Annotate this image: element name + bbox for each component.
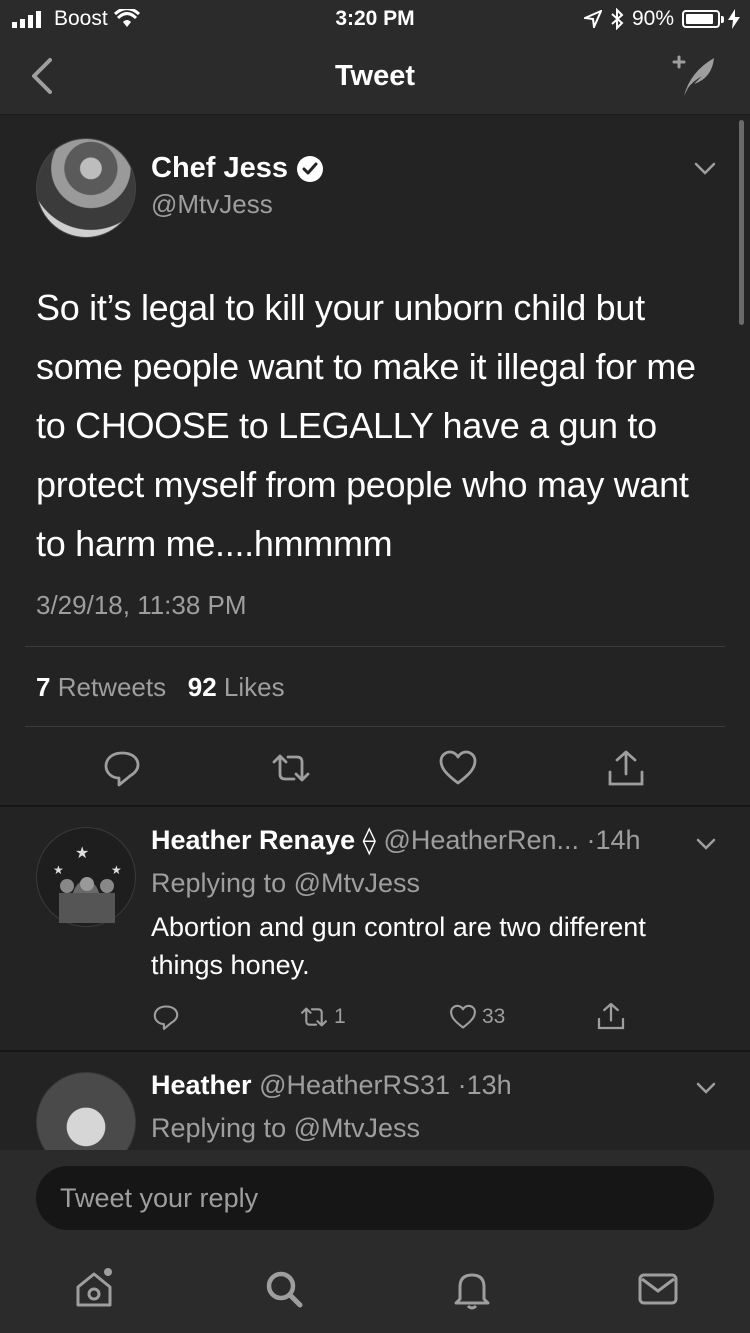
like-count: 33 — [482, 1005, 506, 1028]
likes-stat[interactable]: 92 Likes — [188, 672, 285, 702]
reply-time: ·14h — [586, 825, 641, 855]
reply-author-name[interactable]: Heather — [151, 1070, 252, 1100]
page-title: Tweet — [334, 60, 416, 92]
svg-text:★: ★ — [53, 863, 64, 877]
reply-author-handle[interactable]: @HeatherRen... — [383, 825, 579, 855]
reply-text: Abortion and gun control are two differe… — [151, 912, 646, 980]
svg-text:★: ★ — [111, 863, 122, 877]
charging-icon — [728, 9, 740, 29]
reply-input[interactable] — [36, 1166, 714, 1230]
share-icon — [597, 1002, 625, 1030]
reply-time: ·13h — [457, 1070, 512, 1100]
svg-text:★: ★ — [75, 843, 89, 862]
bluetooth-icon — [611, 8, 624, 30]
tweet-actions — [0, 748, 750, 798]
retweets-label: Retweets — [57, 672, 167, 702]
author-handle[interactable]: @MtvJess — [151, 189, 324, 220]
author-name-row[interactable]: Chef Jess — [151, 152, 324, 185]
nav-bar: Tweet — [0, 40, 750, 115]
replying-to[interactable]: Replying to @MtvJess — [151, 1113, 420, 1144]
chevron-down-icon[interactable] — [696, 838, 716, 850]
reply-author-name[interactable]: Heather Renaye — [151, 825, 355, 855]
divider — [25, 646, 725, 647]
reply-header: Heather Renaye ⟠ @HeatherRen... ·14h — [151, 825, 641, 856]
likes-count: 92 — [187, 672, 217, 702]
retweets-count: 7 — [36, 672, 51, 702]
avatar-stars-decoration: ★ ★ ★ — [53, 843, 122, 923]
reply-tweet[interactable]: Heather @HeatherRS31 ·13h Replying to @M… — [0, 1052, 750, 1150]
battery-icon — [682, 10, 724, 28]
like-icon[interactable] — [438, 748, 478, 788]
location-icon — [583, 10, 602, 28]
status-right-group: 90% — [583, 7, 740, 31]
author-name: Chef Jess — [151, 152, 289, 184]
compose-tweet-icon[interactable] — [668, 52, 720, 100]
tweet-author: Chef Jess @MtvJess — [151, 152, 324, 220]
reply-composer — [0, 1150, 750, 1245]
reply-action[interactable] — [152, 1003, 180, 1031]
chevron-down-icon[interactable] — [694, 162, 716, 176]
reply-author-handle[interactable]: @HeatherRS31 — [259, 1070, 450, 1100]
reply-tweet[interactable]: ★ ★ ★ Heather Renaye ⟠ @HeatherRen... ·1… — [0, 807, 750, 1050]
search-icon[interactable] — [262, 1267, 306, 1311]
reply-icon[interactable] — [102, 748, 142, 788]
avatar[interactable] — [36, 138, 136, 238]
tweet-stats: 7 Retweets 92 Likes — [36, 672, 285, 703]
like-action[interactable]: 33 — [448, 1003, 505, 1031]
avatar[interactable]: ★ ★ ★ — [36, 827, 136, 927]
reply-icon — [153, 1005, 179, 1030]
reply-header: Heather @HeatherRS31 ·13h — [151, 1070, 512, 1101]
share-action[interactable] — [596, 1001, 626, 1031]
scrollbar[interactable] — [739, 120, 744, 325]
replying-to[interactable]: Replying to @MtvJess — [151, 868, 420, 899]
tweet-timestamp: 3/29/18, 11:38 PM — [36, 590, 247, 620]
battery-percent: 90% — [631, 7, 674, 30]
divider — [25, 726, 725, 727]
reply-author-symbol: ⟠ — [362, 825, 376, 855]
status-bar: Boost 3:20 PM 90% — [0, 0, 750, 40]
retweet-icon — [301, 1007, 327, 1027]
retweet-count: 1 — [334, 1005, 346, 1028]
likes-label: Likes — [223, 672, 285, 702]
retweet-icon[interactable] — [271, 748, 311, 788]
retweets-stat[interactable]: 7 Retweets — [36, 672, 166, 702]
chevron-down-icon[interactable] — [696, 1082, 716, 1094]
messages-icon[interactable] — [636, 1267, 680, 1311]
tab-bar — [0, 1245, 750, 1333]
tweet-text: So it’s legal to kill your unborn child … — [36, 287, 696, 564]
home-icon[interactable] — [72, 1267, 116, 1311]
verified-badge-icon — [297, 155, 324, 182]
share-icon[interactable] — [606, 748, 646, 788]
like-icon — [450, 1004, 476, 1029]
retweet-action[interactable]: 1 — [298, 1003, 346, 1031]
notifications-icon[interactable] — [450, 1267, 494, 1311]
avatar[interactable] — [36, 1072, 136, 1150]
